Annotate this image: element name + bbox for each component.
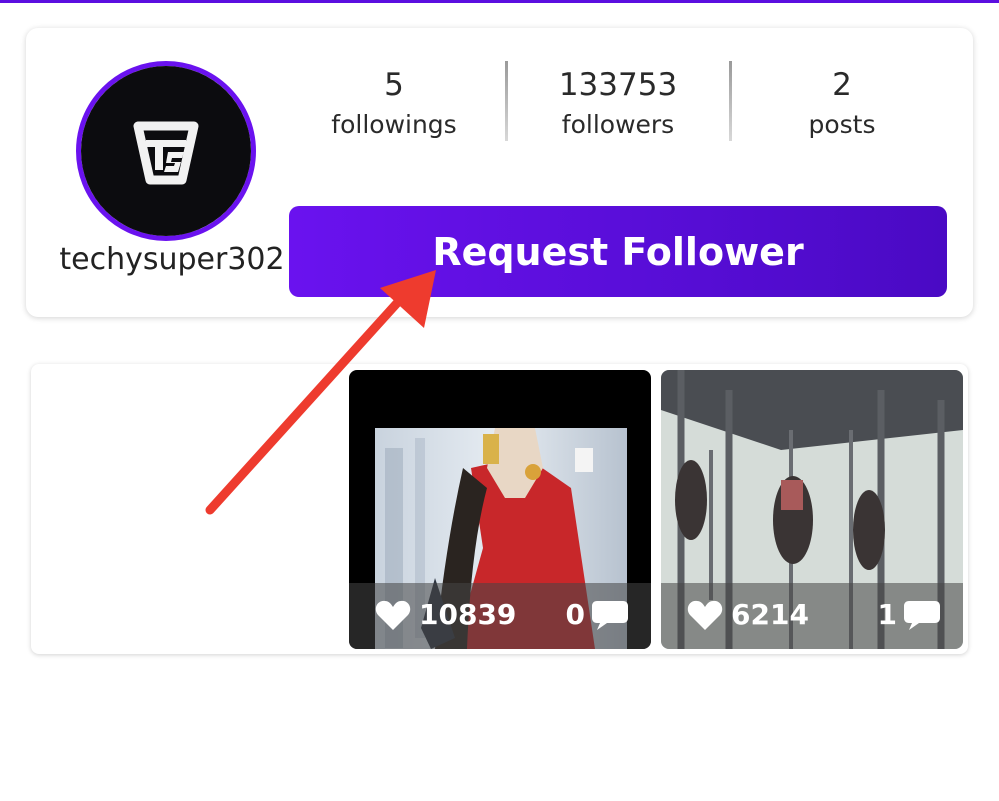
- stat-followers[interactable]: 133753 followers: [518, 66, 718, 144]
- speech-bubble-icon: [904, 600, 940, 630]
- comments-count: 0: [565, 598, 585, 631]
- speech-bubble-icon: [592, 600, 628, 630]
- likes-count: 10839: [419, 598, 517, 631]
- stat-label: followings: [331, 110, 457, 139]
- stat-value: 133753: [558, 67, 678, 103]
- request-follower-label: Request Follower: [432, 229, 804, 274]
- stat-value: 5: [384, 67, 404, 103]
- heart-icon: [375, 600, 411, 630]
- stat-followings[interactable]: 5 followings: [294, 66, 494, 144]
- ts-logo-icon: [133, 121, 199, 185]
- posts-grid: 10839 0 6214 1: [31, 364, 968, 654]
- username: techysuper302: [59, 242, 285, 277]
- post-tile[interactable]: 10839 0: [349, 370, 651, 649]
- stat-posts[interactable]: 2 posts: [742, 66, 942, 144]
- post-tile[interactable]: 6214 1: [661, 370, 963, 649]
- stat-label: followers: [561, 110, 675, 139]
- stat-value: 2: [832, 67, 852, 103]
- profile-card: techysuper302 5 followings 133753 follow…: [26, 28, 973, 317]
- heart-icon: [687, 600, 723, 630]
- post-comments: 1: [878, 598, 941, 631]
- post-comments: 0: [566, 598, 629, 631]
- post-likes: 6214: [687, 598, 809, 631]
- request-follower-button[interactable]: Request Follower: [289, 206, 947, 297]
- likes-count: 6214: [731, 598, 809, 631]
- comments-count: 1: [877, 598, 897, 631]
- post-likes: 10839: [375, 598, 516, 631]
- stat-label: posts: [808, 110, 876, 139]
- stat-divider: [729, 61, 732, 141]
- stat-divider: [505, 61, 508, 141]
- top-border: [0, 0, 999, 3]
- avatar[interactable]: [76, 61, 256, 241]
